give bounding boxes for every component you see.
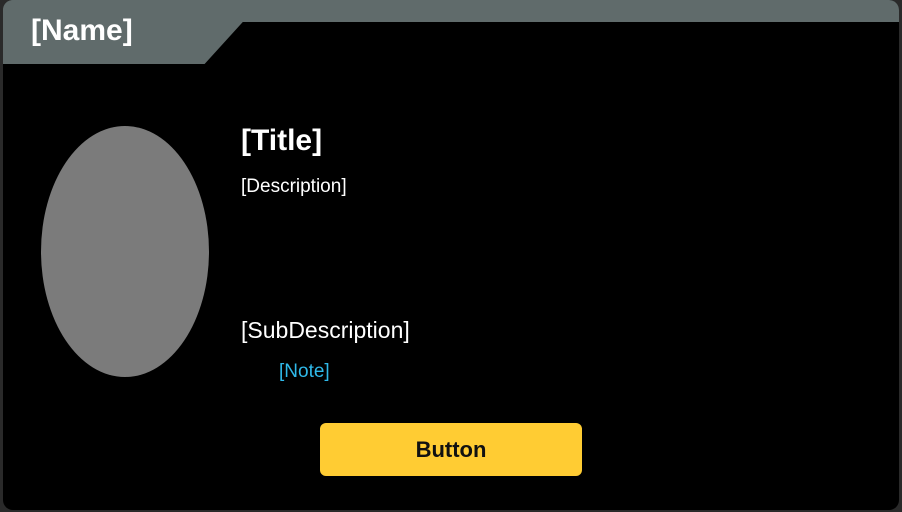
profile-card: [Name] [Title] [Description] [SubDescrip… [3, 0, 899, 510]
card-title: [Title] [241, 124, 323, 157]
card-subdescription: [SubDescription] [241, 317, 410, 343]
card-description: [Description] [241, 176, 347, 197]
avatar-placeholder [41, 126, 209, 377]
primary-action-button[interactable]: Button [320, 423, 582, 476]
name-label: [Name] [31, 14, 133, 47]
card-note: [Note] [279, 361, 330, 382]
